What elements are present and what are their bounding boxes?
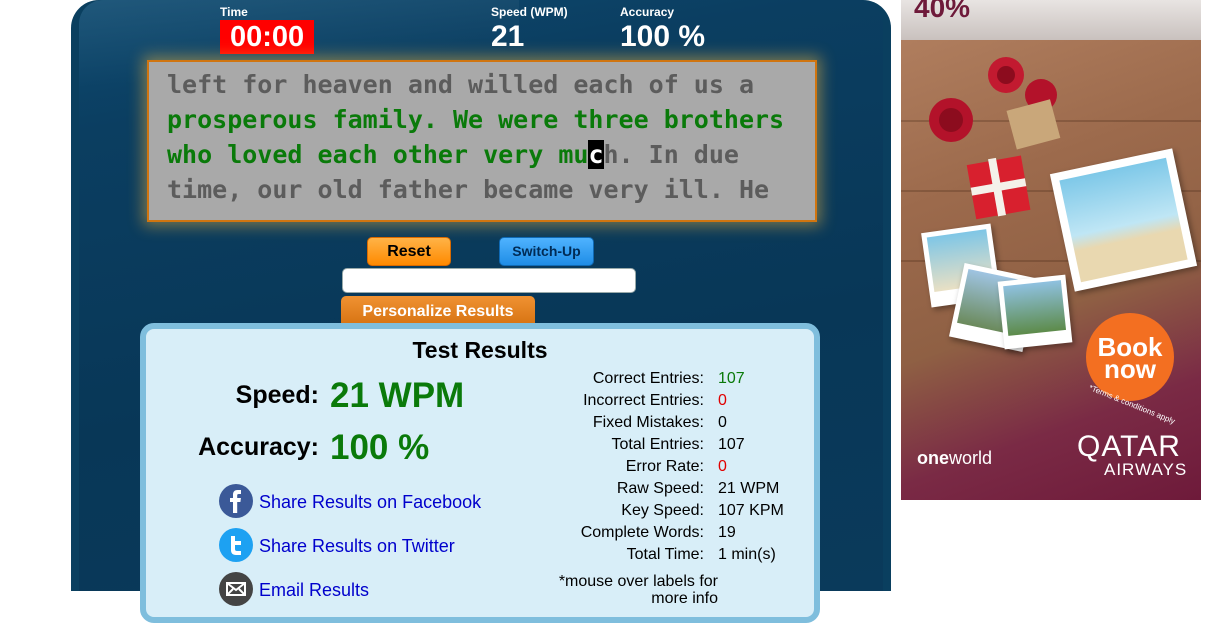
stat-value: 107 KPM [718, 502, 784, 519]
text-line-typed: prosperous family. We were three brother… [167, 105, 785, 134]
stat-value: 21 WPM [718, 480, 780, 497]
accuracy-result-value: 100 % [330, 428, 430, 467]
stat-value: 0 [718, 458, 727, 475]
accuracy-label: Accuracy [620, 5, 675, 19]
oneworld-logo: oneworld [917, 448, 993, 468]
stat-row-total-entries: Total Entries: 107 [526, 436, 816, 458]
switch-up-button[interactable]: Switch-Up [499, 237, 594, 266]
qatar-airways-logo: QATAR [1077, 430, 1181, 463]
text-cursor: c [588, 140, 604, 169]
ad-discount: 40% [914, 0, 971, 23]
test-results-panel: Test Results Speed: 21 WPM Accuracy: 100… [140, 323, 820, 623]
speed-result-value: 21 WPM [330, 376, 465, 415]
stat-row-correct-entries: Correct Entries: 107 [526, 370, 816, 392]
mouse-over-note: *mouse over labels for more info [558, 573, 718, 607]
stat-row-error-rate: Error Rate: 0 [526, 458, 816, 480]
stat-label[interactable]: Total Time: [627, 546, 704, 564]
text-line: left for heaven and willed each of us a [167, 70, 754, 99]
stat-row-incorrect-entries: Incorrect Entries: 0 [526, 392, 816, 414]
stat-row-fixed-mistakes: Fixed Mistakes: 0 [526, 414, 816, 436]
speed-label: Speed (WPM) [491, 5, 568, 19]
reset-button[interactable]: Reset [367, 237, 451, 266]
typing-text-area[interactable]: left for heaven and willed each of us a … [147, 60, 817, 222]
advertisement-banner[interactable]: 40% Book now *Terms & conditions apply on… [901, 0, 1201, 500]
ad-photo-tablet [1049, 148, 1198, 292]
email-icon [219, 572, 253, 606]
stat-row-key-speed: Key Speed: 107 KPM [526, 502, 816, 524]
stat-label[interactable]: Fixed Mistakes: [593, 414, 704, 432]
accuracy-value: 100 % [620, 20, 706, 53]
airways-label: AIRWAYS [1104, 460, 1188, 479]
stat-row-raw-speed: Raw Speed: 21 WPM [526, 480, 816, 502]
stat-label[interactable]: Total Entries: [612, 436, 704, 454]
share-facebook-link[interactable]: Share Results on Facebook [259, 492, 481, 513]
stat-label[interactable]: Key Speed: [621, 502, 704, 520]
accuracy-result-label: Accuracy: [198, 433, 319, 461]
stat-value: 107 [718, 436, 745, 453]
time-label: Time [220, 5, 248, 19]
text-line: time, our old father became very ill. He [167, 175, 770, 204]
stat-row-total-time: Total Time: 1 min(s) [526, 546, 816, 568]
stat-value: 0 [718, 392, 727, 409]
twitter-icon [219, 528, 253, 562]
gift-icon [966, 155, 1031, 220]
name-input[interactable] [342, 268, 636, 293]
remaining-text: h. In due [603, 140, 739, 169]
speed-value: 21 [491, 20, 525, 53]
book-now-label[interactable]: Book now [1086, 334, 1174, 382]
speed-result-label: Speed: [235, 381, 319, 409]
facebook-icon [219, 484, 253, 518]
text-line-current: who loved each other very much. In due [167, 137, 815, 172]
stat-label[interactable]: Complete Words: [581, 524, 704, 542]
stat-row-complete-words: Complete Words: 19 [526, 524, 816, 546]
typed-text: who loved each other very mu [167, 140, 589, 169]
timer-value: 00:00 [220, 20, 315, 54]
results-title: Test Results [412, 337, 548, 363]
stat-value: 19 [718, 524, 736, 541]
share-twitter-link[interactable]: Share Results on Twitter [259, 536, 455, 557]
stat-label[interactable]: Incorrect Entries: [583, 392, 704, 410]
ad-photo-city [997, 274, 1073, 350]
stat-label[interactable]: Raw Speed: [617, 480, 704, 498]
stat-value: 0 [718, 414, 727, 431]
stat-value: 107 [718, 370, 745, 387]
stat-label[interactable]: Correct Entries: [593, 370, 704, 388]
stat-value: 1 min(s) [718, 546, 776, 563]
stat-label[interactable]: Error Rate: [626, 458, 704, 476]
